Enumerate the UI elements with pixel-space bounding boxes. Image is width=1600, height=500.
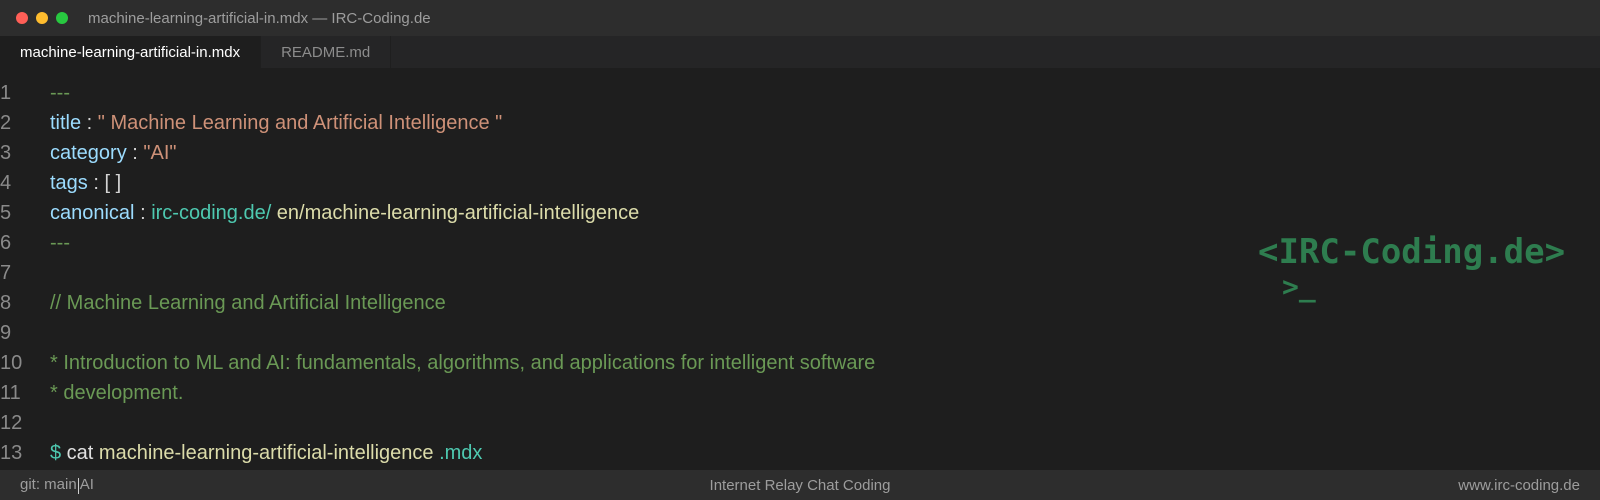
line-number: 8 xyxy=(0,292,12,314)
code-line: 8 // Machine Learning and Artificial Int… xyxy=(0,288,446,318)
tab-machine-learning-file[interactable]: machine-learning-artificial-in.mdx xyxy=(0,36,262,68)
tab-label: README.md xyxy=(281,43,371,61)
canonical-path: en/machine-learning-artificial-intellige… xyxy=(271,202,640,224)
frontmatter-key: canonical xyxy=(50,202,135,224)
colon: : xyxy=(126,142,144,164)
line-number: 6 xyxy=(0,232,12,254)
line-number: 4 xyxy=(0,172,12,194)
line-number: 10 xyxy=(0,352,23,374)
code-comment: * development. xyxy=(50,382,184,404)
shell-prompt: $ xyxy=(50,442,62,464)
line-number: 3 xyxy=(0,142,12,164)
code-line: 12 xyxy=(0,408,50,438)
frontmatter-value: " Machine Learning and Artificial Intell… xyxy=(97,112,503,134)
window-title: machine-learning-artificial-in.mdx — IRC… xyxy=(88,9,431,27)
terminal-cursor-logo: >_ xyxy=(1282,270,1316,303)
shell-command: cat xyxy=(61,442,99,464)
code-line: 11 * development. xyxy=(0,378,183,408)
line-number: 7 xyxy=(0,262,12,284)
close-window-button[interactable] xyxy=(16,12,28,24)
status-center-text: Internet Relay Chat Coding xyxy=(709,476,891,494)
tab-readme[interactable]: README.md xyxy=(261,36,392,68)
code-line: 6 --- xyxy=(0,228,70,258)
line-number: 12 xyxy=(0,412,23,434)
line-number: 9 xyxy=(0,322,12,344)
code-line: 2 title : " Machine Learning and Artific… xyxy=(0,108,502,138)
canonical-domain: irc-coding.de/ xyxy=(151,202,272,224)
file-extension: .mdx xyxy=(433,442,483,464)
code-line: 1 --- xyxy=(0,78,70,108)
frontmatter-key: title xyxy=(50,112,82,134)
line-number: 11 xyxy=(0,382,21,404)
code-line: 9 xyxy=(0,318,50,348)
file-name: machine-learning-artificial-intelligence xyxy=(98,442,434,464)
frontmatter-value: "AI" xyxy=(143,142,177,164)
code-line: 3 category : "AI" xyxy=(0,138,177,168)
colon: : xyxy=(87,172,105,194)
colon: : xyxy=(81,112,98,134)
line-number: 13 xyxy=(0,442,23,464)
code-comment: // Machine Learning and Artificial Intel… xyxy=(50,292,446,314)
frontmatter-key: tags xyxy=(50,172,88,194)
frontmatter-value: [ ] xyxy=(104,172,122,194)
frontmatter-delimiter: --- xyxy=(50,82,70,104)
frontmatter-delimiter: --- xyxy=(50,232,70,254)
colon: : xyxy=(134,202,152,224)
tab-bar: machine-learning-artificial-in.mdx READM… xyxy=(0,36,1600,68)
tab-label: machine-learning-artificial-in.mdx xyxy=(20,43,241,61)
code-line: 5 canonical : irc-coding.de/ en/machine-… xyxy=(0,198,639,228)
code-line: 13 $ cat machine-learning-artificial-int… xyxy=(0,438,482,468)
code-line: 7 xyxy=(0,258,50,288)
minimize-window-button[interactable] xyxy=(36,12,48,24)
title-bar: machine-learning-artificial-in.mdx — IRC… xyxy=(0,0,1600,36)
code-editor[interactable]: 1 --- 2 title : " Machine Learning and A… xyxy=(0,68,1600,470)
website-link[interactable]: www.irc-coding.de xyxy=(1458,477,1580,494)
line-number: 2 xyxy=(0,112,12,134)
code-comment: * Introduction to ML and AI: fundamental… xyxy=(50,352,876,374)
line-number: 1 xyxy=(0,82,12,104)
window-controls xyxy=(16,12,68,24)
frontmatter-key: category xyxy=(50,142,127,164)
maximize-window-button[interactable] xyxy=(56,12,68,24)
line-number: 5 xyxy=(0,202,12,224)
irc-coding-logo: <IRC-Coding.de> xyxy=(1258,232,1566,272)
code-line: 4 tags : [ ] xyxy=(0,168,121,198)
code-line: 10 * Introduction to ML and AI: fundamen… xyxy=(0,348,875,378)
status-bar: git: main AI Internet Relay Chat Coding w… xyxy=(0,470,1600,500)
